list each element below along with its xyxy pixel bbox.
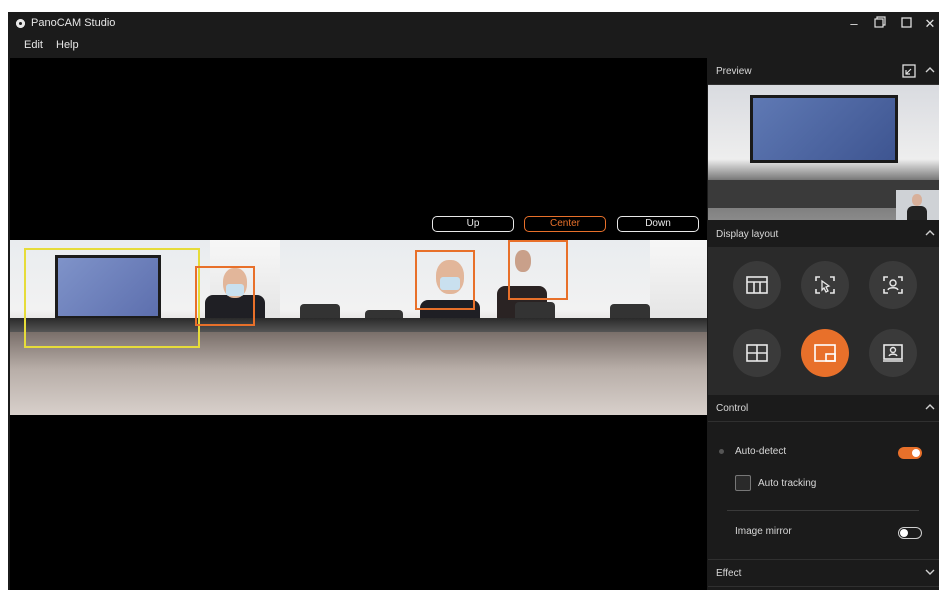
up-button[interactable]: Up <box>432 216 514 232</box>
panorama-layout-icon[interactable] <box>733 261 781 309</box>
pointer-focus-icon[interactable] <box>801 261 849 309</box>
title-bar: PanoCAM Studio – ✕ <box>8 12 939 36</box>
video-view[interactable]: Up Center Down <box>10 58 707 590</box>
panorama-image <box>10 240 707 415</box>
status-dot-icon <box>719 449 724 454</box>
preview-whiteboard <box>750 95 898 163</box>
restore-icon[interactable] <box>872 16 888 32</box>
picture-in-picture-icon[interactable] <box>801 329 849 377</box>
center-button[interactable]: Center <box>524 216 606 232</box>
control-title: Control <box>716 403 749 414</box>
detection-box-whiteboard <box>24 248 200 348</box>
close-icon[interactable]: ✕ <box>922 16 938 32</box>
detection-box-person <box>415 250 475 310</box>
divider <box>727 510 919 511</box>
chevron-up-icon[interactable] <box>924 401 936 413</box>
shrink-icon[interactable] <box>902 64 916 78</box>
down-button[interactable]: Down <box>617 216 699 232</box>
preview-inset <box>896 190 939 220</box>
display-layout-title: Display layout <box>716 229 779 240</box>
menu-edit[interactable]: Edit <box>24 39 43 51</box>
display-layout-header[interactable]: Display layout <box>708 221 939 248</box>
preview-header[interactable]: Preview <box>708 58 939 85</box>
presenter-icon[interactable] <box>869 329 917 377</box>
image-mirror-label: Image mirror <box>735 526 792 537</box>
app-window: PanoCAM Studio – ✕ Edit Help Up Center D… <box>8 12 939 590</box>
maximize-icon[interactable] <box>898 16 914 32</box>
quad-grid-icon[interactable] <box>733 329 781 377</box>
menu-bar: Edit Help <box>8 36 708 56</box>
auto-detect-label: Auto-detect <box>735 446 787 457</box>
auto-tracking-checkbox[interactable] <box>735 475 751 491</box>
chevron-up-icon[interactable] <box>924 227 936 239</box>
effect-title: Effect <box>716 568 742 579</box>
image-mirror-toggle[interactable] <box>898 527 922 539</box>
side-panel: Preview Display layout Control Auto-dete… <box>708 58 939 590</box>
person-focus-icon[interactable] <box>869 261 917 309</box>
minimize-icon[interactable]: – <box>846 16 862 32</box>
preview-title: Preview <box>716 66 752 77</box>
auto-tracking-label: Auto tracking <box>758 478 817 489</box>
chevron-down-icon[interactable] <box>924 566 936 578</box>
app-logo-icon <box>16 19 25 28</box>
app-title: PanoCAM Studio <box>31 17 116 29</box>
effect-header[interactable]: Effect <box>708 559 939 587</box>
control-header[interactable]: Control <box>708 395 939 422</box>
detection-box-person <box>195 266 255 326</box>
preview-image <box>708 85 939 220</box>
auto-detect-toggle[interactable] <box>898 447 922 459</box>
layout-options <box>708 247 939 395</box>
detection-box-person <box>508 240 568 300</box>
control-options: Auto-detect Auto tracking Image mirror <box>708 422 939 558</box>
menu-help[interactable]: Help <box>56 39 79 51</box>
chevron-up-icon[interactable] <box>924 64 936 76</box>
